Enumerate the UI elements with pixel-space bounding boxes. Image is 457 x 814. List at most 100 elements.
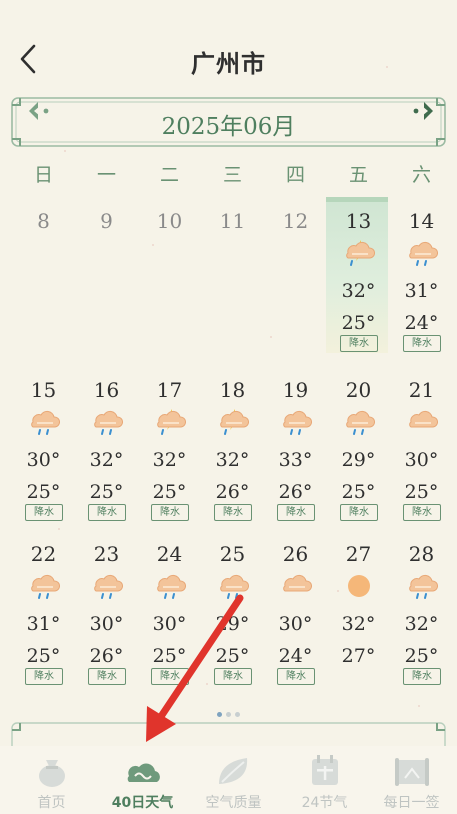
day-cell[interactable]: 22 31° 25° 降水: [12, 538, 75, 688]
high-temp: 32°: [341, 613, 376, 635]
page-dot: [235, 712, 240, 717]
tab-40-day-weather[interactable]: 40日天气: [97, 746, 188, 814]
tab-label: 40日天气: [111, 795, 174, 811]
low-temp: 25°: [215, 645, 250, 667]
high-temp: 30°: [152, 613, 187, 635]
day-number: 10: [156, 209, 183, 233]
day-number: 14: [408, 209, 435, 233]
day-cell-past[interactable]: 12: [264, 205, 327, 245]
day-number: 22: [30, 542, 57, 566]
rain-icon: [91, 572, 124, 600]
tab-label: 空气质量: [205, 795, 262, 811]
precipitation-badge: 降水: [277, 668, 315, 685]
tab-label: 每日一签: [383, 795, 440, 811]
low-temp: 25°: [341, 481, 376, 503]
precipitation-badge: 降水: [403, 668, 441, 685]
thunder-rain-icon: [343, 239, 376, 267]
day-cell[interactable]: 16 32° 25° 降水: [75, 374, 138, 524]
day-number: 28: [408, 542, 435, 566]
day-cell[interactable]: 26 30° 24° 降水: [264, 538, 327, 688]
rain-icon: [343, 408, 376, 436]
day-cell[interactable]: 19 33° 26° 降水: [264, 374, 327, 524]
month-label: 2025年06月: [161, 114, 296, 140]
weekday-label: 六: [411, 164, 431, 186]
high-temp: 31°: [26, 613, 61, 635]
high-temp: 32°: [89, 449, 124, 471]
tab-air-quality[interactable]: 空气质量: [188, 746, 279, 814]
day-cell[interactable]: 23 30° 26° 降水: [75, 538, 138, 688]
page-title: 广州市: [191, 49, 266, 78]
day-cell-past[interactable]: 11: [201, 205, 264, 245]
day-cell[interactable]: 21 30° 25° 降水: [390, 374, 453, 524]
day-cell-past[interactable]: 9: [75, 205, 138, 245]
day-cell-past[interactable]: 10: [138, 205, 201, 245]
precipitation-badge: 降水: [25, 504, 63, 521]
tab-home[interactable]: 首页: [6, 746, 97, 814]
high-temp: 30°: [404, 449, 439, 471]
low-temp: 25°: [152, 481, 187, 503]
next-month-icon[interactable]: [409, 97, 437, 125]
day-cell[interactable]: 18 32° 26° 降水: [201, 374, 264, 524]
day-number: 16: [93, 378, 120, 402]
leaf-icon: [219, 758, 248, 784]
day-number: 21: [408, 378, 435, 402]
high-temp: 32°: [341, 280, 376, 302]
high-temp: 29°: [215, 613, 250, 635]
day-cell[interactable]: 14 31° 24° 降水: [390, 205, 453, 355]
today-marker: [326, 197, 388, 202]
precipitation-badge: 降水: [25, 668, 63, 685]
day-number: 24: [156, 542, 183, 566]
tab-solar-terms[interactable]: 24节气: [279, 746, 370, 814]
day-number: 12: [282, 209, 309, 233]
tab-daily-lot[interactable]: 每日一签: [366, 746, 457, 814]
thunder-rain-icon: [154, 408, 187, 436]
high-temp: 29°: [341, 449, 376, 471]
weekday-header: 日 一 二 三 四 五 六: [12, 160, 453, 190]
day-cell[interactable]: 15 30° 25° 降水: [12, 374, 75, 524]
precipitation-badge: 降水: [277, 504, 315, 521]
high-temp: 30°: [278, 613, 313, 635]
precipitation-badge: 降水: [340, 335, 378, 352]
high-temp: 31°: [404, 280, 439, 302]
precipitation-badge: 降水: [88, 504, 126, 521]
rain-icon: [28, 572, 61, 600]
cloudy-icon: [406, 408, 439, 436]
low-temp: 24°: [404, 312, 439, 334]
day-cell[interactable]: 28 32° 25° 降水: [390, 538, 453, 688]
day-number: 26: [282, 542, 309, 566]
weekday-label: 二: [159, 164, 179, 186]
rain-icon: [154, 572, 187, 600]
precipitation-badge: 降水: [340, 504, 378, 521]
day-cell[interactable]: 27 32° 27°: [327, 538, 390, 688]
high-temp: 30°: [89, 613, 124, 635]
rain-icon: [91, 408, 124, 436]
day-number: 11: [219, 209, 246, 233]
precipitation-badge: 降水: [151, 668, 189, 685]
precipitation-badge: 降水: [214, 668, 252, 685]
rain-icon: [217, 572, 250, 600]
low-temp: 25°: [26, 481, 61, 503]
day-cell[interactable]: 20 29° 25° 降水: [327, 374, 390, 524]
tab-label: 24节气: [301, 795, 348, 811]
high-temp: 32°: [152, 449, 187, 471]
day-number: 19: [282, 378, 309, 402]
day-cell[interactable]: 24 30° 25° 降水: [138, 538, 201, 688]
thunder-rain-icon: [217, 408, 250, 436]
rain-icon: [406, 572, 439, 600]
low-temp: 26°: [278, 481, 313, 503]
month-banner: 2025年06月: [11, 97, 446, 147]
low-temp: 25°: [341, 312, 376, 334]
day-number: 27: [345, 542, 372, 566]
day-cell-past[interactable]: 8: [12, 205, 75, 245]
page-indicator: [0, 702, 457, 721]
day-number: 13: [345, 209, 372, 233]
low-temp: 27°: [341, 645, 376, 667]
precipitation-badge: 降水: [214, 504, 252, 521]
cloudy-icon: [280, 572, 313, 600]
day-cell-today[interactable]: 13 32° 25° 降水: [327, 205, 390, 355]
day-cell[interactable]: 25 29° 25° 降水: [201, 538, 264, 688]
weekday-label: 三: [222, 164, 242, 186]
day-cell[interactable]: 17 32° 25° 降水: [138, 374, 201, 524]
page-dot-active: [217, 712, 222, 717]
precipitation-badge: 降水: [88, 668, 126, 685]
